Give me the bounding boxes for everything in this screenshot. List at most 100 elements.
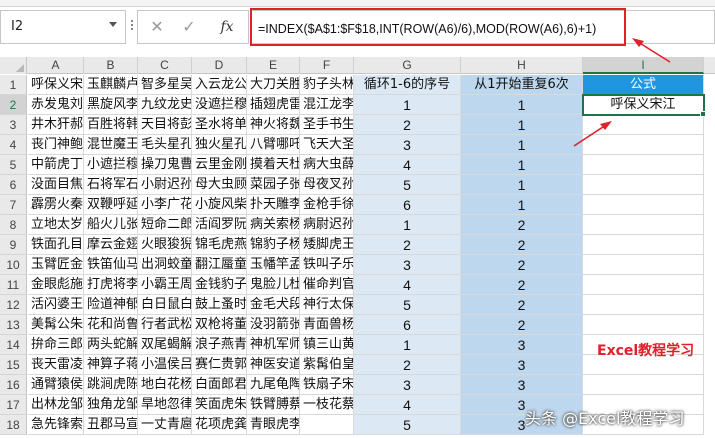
cell-d8[interactable]: 活阎罗阮小七: [192, 215, 247, 235]
cell-g4[interactable]: 3: [354, 135, 461, 155]
cell-a8[interactable]: 立地太岁阮小二: [28, 215, 84, 235]
cell-g15[interactable]: 2: [354, 355, 461, 375]
cell-e17[interactable]: 铁臂膊蔡福: [247, 395, 300, 415]
cell-d5[interactable]: 云里金刚宋万: [192, 155, 247, 175]
cell-b12[interactable]: 险道神郁保四: [84, 295, 138, 315]
cell-h12[interactable]: 2: [461, 295, 583, 315]
cell-h11[interactable]: 2: [461, 275, 583, 295]
cell-d14[interactable]: 浪子燕青: [192, 335, 247, 355]
cell-a3[interactable]: 井木犴郝思文: [28, 115, 84, 135]
cell-f13[interactable]: 青面兽杨志: [300, 315, 354, 335]
column-header-h[interactable]: H: [461, 57, 583, 74]
cell-c6[interactable]: 小尉迟孙新: [138, 175, 192, 195]
cell-i9[interactable]: [583, 235, 704, 255]
cell-g10[interactable]: 3: [354, 255, 461, 275]
cell-d11[interactable]: 金钱豹子汤隆: [192, 275, 247, 295]
cell-c18[interactable]: 一丈青扈三娘: [138, 415, 192, 435]
cell-c9[interactable]: 火眼狻猊邓飞: [138, 235, 192, 255]
cell-g14[interactable]: 1: [354, 335, 461, 355]
column-header-c[interactable]: C: [138, 57, 192, 74]
cell-b4[interactable]: 混世魔王樊瑞: [84, 135, 138, 155]
cell-b14[interactable]: 两头蛇解珍: [84, 335, 138, 355]
cell-e3[interactable]: 神火将魏定国: [247, 115, 300, 135]
cell-e15[interactable]: 神医安道全: [247, 355, 300, 375]
cell-e18[interactable]: 青眼虎李云。: [247, 415, 300, 435]
row-header[interactable]: 15: [0, 355, 27, 375]
cell-d12[interactable]: 鼓上蚤时迁: [192, 295, 247, 315]
cell-g3[interactable]: 2: [354, 115, 461, 135]
cell-i12[interactable]: [583, 295, 704, 315]
cell-d1[interactable]: 入云龙公孙胜: [192, 75, 247, 95]
cell-c15[interactable]: 小温侯吕方: [138, 355, 192, 375]
cell-f1[interactable]: 豹子头林冲: [300, 75, 354, 95]
cell-c2[interactable]: 九纹龙史进: [138, 95, 192, 115]
cell-b2[interactable]: 黑旋风李逵: [84, 95, 138, 115]
row-header[interactable]: 14: [0, 335, 27, 355]
cell-e2[interactable]: 插翅虎雷横: [247, 95, 300, 115]
cell-c3[interactable]: 天目将彭玘: [138, 115, 192, 135]
cell-d4[interactable]: 独火星孔亮: [192, 135, 247, 155]
cell-d13[interactable]: 双枪将董平: [192, 315, 247, 335]
cell-a18[interactable]: 急先锋索超: [28, 415, 84, 435]
cell-e8[interactable]: 病关索杨雄: [247, 215, 300, 235]
row-header[interactable]: 13: [0, 315, 27, 335]
column-header-d[interactable]: D: [192, 57, 247, 74]
cell-c10[interactable]: 出洞蛟童威: [138, 255, 192, 275]
cell-b11[interactable]: 打虎将李忠: [84, 275, 138, 295]
cell-f7[interactable]: 金枪手徐宁: [300, 195, 354, 215]
cell-e4[interactable]: 八臂哪吒项充: [247, 135, 300, 155]
cell-f12[interactable]: 神行太保戴宗: [300, 295, 354, 315]
row-header[interactable]: 11: [0, 275, 27, 295]
row-header[interactable]: 5: [0, 155, 27, 175]
row-header[interactable]: 10: [0, 255, 27, 275]
row-header[interactable]: 4: [0, 135, 27, 155]
cell-f8[interactable]: 病尉迟孙立: [300, 215, 354, 235]
cell-f6[interactable]: 母夜叉孙二娘: [300, 175, 354, 195]
cell-e11[interactable]: 鬼脸儿杜兴: [247, 275, 300, 295]
column-header-g[interactable]: G: [354, 57, 461, 74]
cell-c16[interactable]: 地白花杨春: [138, 375, 192, 395]
cell-h1[interactable]: 从1开始重复6次: [461, 75, 583, 95]
row-header[interactable]: 2: [0, 95, 27, 115]
cell-h9[interactable]: 2: [461, 235, 583, 255]
cell-i5[interactable]: [583, 155, 704, 175]
cell-h7[interactable]: 1: [461, 195, 583, 215]
cell-e7[interactable]: 扑天雕李应: [247, 195, 300, 215]
cell-i13[interactable]: [583, 315, 704, 335]
cell-f15[interactable]: 紫髯伯皇甫端: [300, 355, 354, 375]
cell-h3[interactable]: 1: [461, 115, 583, 135]
cell-a6[interactable]: 没面目焦挺: [28, 175, 84, 195]
cell-g9[interactable]: 2: [354, 235, 461, 255]
cell-a12[interactable]: 活闪婆王定六: [28, 295, 84, 315]
cell-d9[interactable]: 锦毛虎燕顺: [192, 235, 247, 255]
cancel-icon[interactable]: ✕: [146, 16, 168, 38]
cell-h8[interactable]: 2: [461, 215, 583, 235]
cell-g7[interactable]: 6: [354, 195, 461, 215]
cell-b13[interactable]: 花和尚鲁智深: [84, 315, 138, 335]
cell-i7[interactable]: [583, 195, 704, 215]
select-all-corner[interactable]: [0, 57, 27, 74]
row-header[interactable]: 16: [0, 375, 27, 395]
cell-b10[interactable]: 铁笛仙马麟: [84, 255, 138, 275]
cell-e5[interactable]: 摸着天杜迁: [247, 155, 300, 175]
insert-function-icon[interactable]: fx: [216, 16, 238, 38]
cell-f11[interactable]: 催命判官李立: [300, 275, 354, 295]
cell-e1[interactable]: 大刀关胜: [247, 75, 300, 95]
cell-i16[interactable]: [583, 375, 704, 395]
cell-i4[interactable]: [583, 135, 704, 155]
cell-g8[interactable]: 1: [354, 215, 461, 235]
cell-i6[interactable]: [583, 175, 704, 195]
cell-f17[interactable]: 一枝花蔡庆: [300, 395, 354, 415]
cell-a9[interactable]: 铁面孔目裴宣: [28, 235, 84, 255]
cell-a2[interactable]: 赤发鬼刘唐: [28, 95, 84, 115]
cell-a16[interactable]: 通臂猿侯健: [28, 375, 84, 395]
name-box-dropdown-icon[interactable]: [109, 22, 117, 27]
row-header[interactable]: 7: [0, 195, 27, 215]
row-header[interactable]: 8: [0, 215, 27, 235]
cell-h16[interactable]: 3: [461, 375, 583, 395]
name-box[interactable]: I2: [0, 10, 126, 44]
cell-c5[interactable]: 操刀鬼曹正: [138, 155, 192, 175]
cell-e12[interactable]: 金毛犬段景住: [247, 295, 300, 315]
cell-i11[interactable]: [583, 275, 704, 295]
cell-h2[interactable]: 1: [461, 95, 583, 115]
